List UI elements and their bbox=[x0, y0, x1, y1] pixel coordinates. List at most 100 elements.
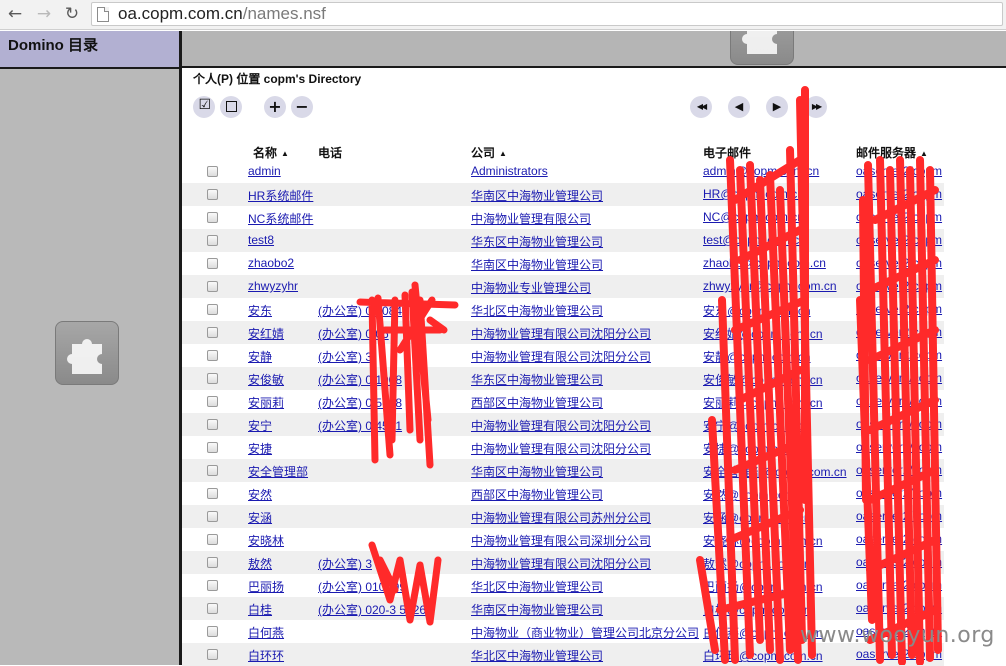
mail-server-link[interactable]: oaserver2/copm bbox=[856, 486, 942, 500]
row-checkbox[interactable] bbox=[207, 603, 218, 614]
mail-server-link[interactable]: oaserver2/copm bbox=[856, 417, 942, 431]
person-name-link[interactable]: 安涵 bbox=[248, 509, 272, 526]
company-link[interactable]: 中海物业管理有限公司沈阳分公司 bbox=[471, 440, 651, 457]
email-link[interactable]: 安红婧@copm.com.cn bbox=[703, 325, 823, 342]
phone-link[interactable]: (办公室) 0 06 bbox=[318, 325, 389, 342]
mail-server-link[interactable]: oaserver2/copm bbox=[856, 164, 942, 178]
person-name-link[interactable]: 巴丽扬 bbox=[248, 578, 284, 595]
row-checkbox[interactable] bbox=[207, 511, 218, 522]
mail-server-link[interactable]: oaserver2/copm bbox=[856, 325, 942, 339]
collapse-all-button[interactable]: − bbox=[291, 96, 313, 118]
company-link[interactable]: 华南区中海物业管理公司 bbox=[471, 463, 603, 480]
mail-server-link[interactable]: oaserver2/copm bbox=[856, 302, 942, 316]
mail-server-link[interactable]: oaserver2/copm bbox=[856, 532, 942, 546]
expand-all-button[interactable]: + bbox=[264, 96, 286, 118]
company-link[interactable]: 中海物业管理有限公司苏州分公司 bbox=[471, 509, 651, 526]
company-link[interactable]: 华东区中海物业管理公司 bbox=[471, 371, 603, 388]
row-checkbox[interactable] bbox=[207, 534, 218, 545]
mail-server-link[interactable]: oaserver2/copm bbox=[856, 210, 942, 224]
row-checkbox[interactable] bbox=[207, 189, 218, 200]
person-name-link[interactable]: 敖然 bbox=[248, 555, 272, 572]
mail-server-link[interactable]: oaserver2/copm bbox=[856, 601, 942, 615]
mail-server-link[interactable]: oaserver2/copm bbox=[856, 348, 942, 362]
company-link[interactable]: 中海物业管理有限公司沈阳分公司 bbox=[471, 555, 651, 572]
mail-server-link[interactable]: oaserver2/copm bbox=[856, 647, 942, 661]
first-page-button[interactable]: ◀◀ bbox=[690, 96, 712, 118]
email-link[interactable]: 白环环@copm.com.cn bbox=[703, 647, 823, 664]
person-name-link[interactable]: NC系统邮件 bbox=[248, 210, 313, 227]
forward-icon[interactable]: → bbox=[33, 3, 55, 25]
person-name-link[interactable]: zhaobo2 bbox=[248, 256, 294, 270]
row-checkbox[interactable] bbox=[207, 304, 218, 315]
person-name-link[interactable]: 安然 bbox=[248, 486, 272, 503]
email-link[interactable]: 安丽莉@copm.com.cn bbox=[703, 394, 823, 411]
email-link[interactable]: 安东@copm.com.cn bbox=[703, 302, 811, 319]
phone-link[interactable]: (办公室) 3 bbox=[318, 348, 372, 365]
person-name-link[interactable]: 安俊敏 bbox=[248, 371, 284, 388]
person-name-link[interactable]: 安东 bbox=[248, 302, 272, 319]
row-checkbox[interactable] bbox=[207, 396, 218, 407]
row-checkbox[interactable] bbox=[207, 442, 218, 453]
phone-link[interactable]: (办公室) 0 4521 bbox=[318, 417, 402, 434]
email-link[interactable]: admin@copm.com.cn bbox=[703, 164, 819, 178]
mail-server-link[interactable]: oaserver2/copm bbox=[856, 578, 942, 592]
select-all-button[interactable]: ☑ bbox=[193, 96, 215, 118]
row-checkbox[interactable] bbox=[207, 649, 218, 660]
company-link[interactable]: 中海物业管理有限公司沈阳分公司 bbox=[471, 325, 651, 342]
company-link[interactable]: 华南区中海物业管理公司 bbox=[471, 187, 603, 204]
company-link[interactable]: 华南区中海物业管理公司 bbox=[471, 256, 603, 273]
company-link[interactable]: 中海物业管理有限公司沈阳分公司 bbox=[471, 417, 651, 434]
column-header-company[interactable]: 公司 ▲ bbox=[471, 144, 507, 161]
row-checkbox[interactable] bbox=[207, 166, 218, 177]
person-name-link[interactable]: 安宁 bbox=[248, 417, 272, 434]
row-checkbox[interactable] bbox=[207, 350, 218, 361]
row-checkbox[interactable] bbox=[207, 235, 218, 246]
mail-server-link[interactable]: oaserver2/copm bbox=[856, 371, 942, 385]
email-link[interactable]: 安静@copm.com.cn bbox=[703, 348, 811, 365]
person-name-link[interactable]: 白桂 bbox=[248, 601, 272, 618]
company-link[interactable]: 西部区中海物业管理公司 bbox=[471, 394, 603, 411]
phone-link[interactable]: (办公室) 0 1908 bbox=[318, 371, 402, 388]
mail-server-link[interactable]: oaserver2/copm bbox=[856, 440, 942, 454]
email-link[interactable]: zhaobo@copm.com.cn bbox=[703, 256, 826, 270]
row-checkbox[interactable] bbox=[207, 327, 218, 338]
person-name-link[interactable]: 安捷 bbox=[248, 440, 272, 457]
company-link[interactable]: 华北区中海物业管理公司 bbox=[471, 302, 603, 319]
email-link[interactable]: test@copm.com.cn bbox=[703, 233, 806, 247]
person-name-link[interactable]: 安丽莉 bbox=[248, 394, 284, 411]
person-name-link[interactable]: 安静 bbox=[248, 348, 272, 365]
mail-server-link[interactable]: oaserver2/copm bbox=[856, 233, 942, 247]
column-header-server[interactable]: 邮件服务器 ▲ bbox=[856, 144, 928, 161]
reload-icon[interactable]: ↻ bbox=[61, 3, 83, 25]
company-link[interactable]: Administrators bbox=[471, 164, 548, 178]
company-link[interactable]: 华南区中海物业管理公司 bbox=[471, 601, 603, 618]
row-checkbox[interactable] bbox=[207, 557, 218, 568]
company-link[interactable]: 华北区中海物业管理公司 bbox=[471, 647, 603, 664]
email-link[interactable]: 安涵@copm.com.cn bbox=[703, 509, 811, 526]
mail-server-link[interactable]: oaserver2/copm bbox=[856, 509, 942, 523]
row-checkbox[interactable] bbox=[207, 626, 218, 637]
phone-link[interactable]: (办公室) 0 8084 bbox=[318, 302, 402, 319]
previous-page-button[interactable]: ◀ bbox=[728, 96, 750, 118]
company-link[interactable]: 中海物业管理有限公司沈阳分公司 bbox=[471, 348, 651, 365]
deselect-all-button[interactable] bbox=[220, 96, 242, 118]
address-bar[interactable]: oa.copm.com.cn/names.nsf bbox=[91, 2, 1003, 26]
email-link[interactable]: 安捷@copm.com.cn bbox=[703, 440, 811, 457]
email-link[interactable]: 白桂@copm.com.cn bbox=[703, 601, 811, 618]
mail-server-link[interactable]: oaserver2/copm bbox=[856, 394, 942, 408]
person-name-link[interactable]: HR系统邮件 bbox=[248, 187, 313, 204]
column-header-name[interactable]: 名称 ▲ bbox=[253, 144, 289, 161]
email-link[interactable]: 敖然@copm.com.cn bbox=[703, 555, 811, 572]
mail-server-link[interactable]: oaserver2/copm bbox=[856, 187, 942, 201]
phone-link[interactable]: (办公室) 3 bbox=[318, 555, 372, 572]
person-name-link[interactable]: zhwyzyhr bbox=[248, 279, 298, 293]
row-checkbox[interactable] bbox=[207, 488, 218, 499]
email-link[interactable]: HR@copm.com.cn bbox=[703, 187, 804, 201]
company-link[interactable]: 华东区中海物业管理公司 bbox=[471, 233, 603, 250]
last-page-button[interactable]: ▶▶ bbox=[805, 96, 827, 118]
email-link[interactable]: 安全管理部@copm.com.cn bbox=[703, 463, 847, 480]
company-link[interactable]: 中海物业管理有限公司深圳分公司 bbox=[471, 532, 651, 549]
mail-server-link[interactable]: oaserver2/copm bbox=[856, 555, 942, 569]
email-link[interactable]: zhwyzyhr@copm.com.cn bbox=[703, 279, 837, 293]
row-checkbox[interactable] bbox=[207, 212, 218, 223]
